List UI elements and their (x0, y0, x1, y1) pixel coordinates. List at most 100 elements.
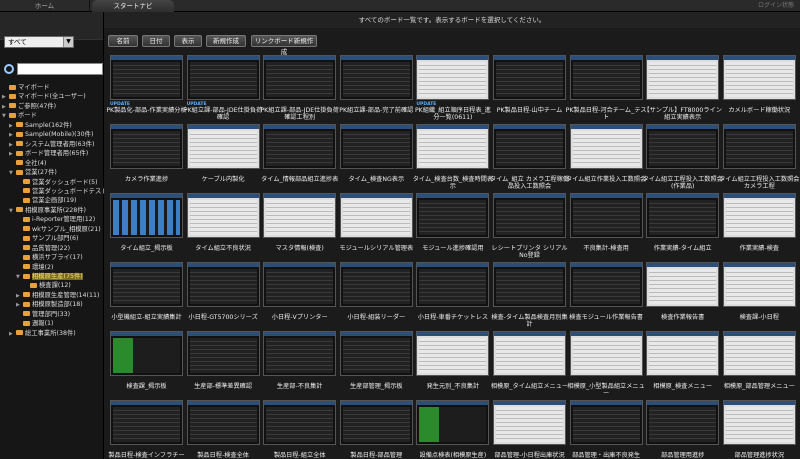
board-card-label[interactable]: 小日程-Vプリンター (259, 314, 340, 321)
board-thumbnail[interactable] (416, 193, 490, 238)
board-card-label[interactable]: PK組立課-部品-完了前確認 (336, 107, 417, 114)
tree-item[interactable]: 週報(1) (16, 319, 54, 328)
board-card-label[interactable]: PK製品日程-河合チーム_テスト (566, 107, 647, 121)
sort-name-button[interactable]: 名前 (108, 35, 138, 47)
board-thumbnail[interactable] (493, 331, 566, 376)
board-thumbnail[interactable] (722, 262, 796, 307)
tree-item[interactable]: 営業ダッシュボードテスト用( (16, 187, 116, 196)
tree-item[interactable]: 環境(2) (16, 263, 54, 272)
board-thumbnail[interactable] (186, 55, 260, 100)
collapse-icon[interactable]: ▼ (2, 112, 9, 121)
board-card-label[interactable]: 製品日程-部品管理 (336, 452, 417, 459)
tree-item[interactable]: ▶ 総工事業所(38件) (9, 329, 76, 338)
board-thumbnail[interactable] (186, 400, 260, 445)
board-card-label[interactable]: タイム_組立 カメラ工程稼働品投入工数照会 (489, 176, 570, 190)
chevron-down-icon[interactable]: ▼ (63, 37, 73, 47)
board-thumbnail[interactable] (263, 400, 337, 445)
board-thumbnail[interactable] (263, 262, 337, 307)
filter-select[interactable]: すべて ▼ (4, 36, 74, 48)
board-thumbnail[interactable] (493, 193, 566, 238)
tree-item[interactable]: ▼ 営業(27件) (9, 168, 57, 177)
board-card-label[interactable]: 部品管理・出庫不良発生 (566, 452, 647, 459)
board-card-label[interactable]: モジュール進捗確認用 (412, 245, 493, 252)
board-thumbnail[interactable] (416, 331, 490, 376)
board-card-label[interactable]: カメルボード稼働状況 (719, 107, 800, 114)
board-card-label[interactable]: 小型機組立-組立実績集計 (106, 314, 187, 321)
view-button[interactable]: 表示 (174, 35, 202, 47)
board-card-label[interactable]: 発生元別_不良集計 (412, 383, 493, 390)
board-card-label[interactable]: タイム_検査NG表示 (336, 176, 417, 183)
board-card-label[interactable]: 相模原_検査メニュー (642, 383, 723, 390)
board-thumbnail[interactable] (110, 124, 183, 169)
tab-home[interactable]: ホーム (0, 0, 90, 12)
board-thumbnail[interactable] (646, 400, 720, 445)
tree-item[interactable]: 検査課(12) (23, 281, 71, 290)
board-thumbnail[interactable] (569, 124, 643, 169)
tree-item[interactable]: ▶ ご参照(47件) (2, 102, 56, 111)
board-card-label[interactable]: 検査課-小日程 (719, 314, 800, 321)
board-card-label[interactable]: 作業実績-タイム組立 (642, 245, 723, 252)
board-thumbnail[interactable] (339, 331, 413, 376)
board-card-label[interactable]: 不良集計-検査用 (566, 245, 647, 252)
tree-item[interactable]: ▼ ボード (2, 111, 37, 120)
board-card-label[interactable]: タイム組立不良状況 (183, 245, 264, 252)
board-thumbnail[interactable] (186, 262, 260, 307)
board-thumbnail[interactable] (569, 331, 643, 376)
tree-item[interactable]: ▶ 相模原生産管理(14(11) (16, 291, 99, 300)
expand-icon[interactable]: ▶ (9, 330, 16, 339)
search-input[interactable] (17, 63, 103, 75)
board-card-label[interactable]: レシートプリンタ シリアルNo登録 (489, 245, 570, 259)
board-thumbnail[interactable] (339, 55, 413, 100)
tree-item[interactable]: wkサンプル_相模原(21) (16, 225, 101, 234)
tree-item[interactable]: 品質管理(22) (16, 244, 70, 253)
board-card-label[interactable]: 生産部-標準差異確認 (183, 383, 264, 390)
board-thumbnail[interactable] (646, 124, 720, 169)
board-thumbnail[interactable] (646, 193, 720, 238)
tree-item[interactable]: 営業ダッシュボード(5) (16, 178, 98, 187)
board-card-label[interactable]: 相模原_小型製品組立メニュー (566, 383, 647, 397)
board-card-label[interactable]: タイム組立工程投入工数照会カメラ工程 (719, 176, 800, 190)
board-thumbnail[interactable] (493, 124, 566, 169)
board-thumbnail[interactable] (186, 193, 260, 238)
board-thumbnail[interactable] (339, 400, 413, 445)
tree-item[interactable]: ▶ マイボード(全ユーザー) (2, 92, 86, 101)
board-thumbnail[interactable] (416, 400, 490, 445)
board-card-label[interactable]: 設備点検表(相模原生産) (412, 452, 493, 459)
board-thumbnail[interactable] (110, 55, 183, 100)
board-card-label[interactable]: タイム組立作業投入工数照会 (566, 176, 647, 183)
board-card-label[interactable]: 相模原_タイム組立メニュー (489, 383, 570, 390)
tree-item[interactable]: ▶ Sample(Mobile)(30件) (9, 130, 93, 139)
board-card-label[interactable]: 生産部管理_揭示板 (336, 383, 417, 390)
board-card-label[interactable]: タイム_検査台数_検査時間表示 (412, 176, 493, 190)
board-thumbnail[interactable] (416, 124, 490, 169)
new-link-board-button[interactable]: リンクボード新規作成 (251, 35, 317, 56)
board-card-label[interactable]: 作業実績-検査 (719, 245, 800, 252)
board-thumbnail[interactable] (186, 124, 260, 169)
sort-date-button[interactable]: 日付 (142, 35, 170, 47)
collapse-icon[interactable]: ▼ (9, 207, 16, 216)
board-thumbnail[interactable] (493, 262, 566, 307)
board-thumbnail[interactable] (722, 400, 796, 445)
tree-item[interactable]: ▶ 相模原製造部(18) (16, 300, 83, 309)
board-thumbnail[interactable] (110, 400, 183, 445)
board-thumbnail[interactable] (569, 262, 643, 307)
board-thumbnail[interactable] (263, 124, 337, 169)
board-thumbnail[interactable] (263, 193, 337, 238)
board-card-label[interactable]: タイム_情報部品組立進捗表 (259, 176, 340, 183)
board-card-label[interactable]: 小日程-組装リーダー (336, 314, 417, 321)
board-thumbnail[interactable] (263, 55, 337, 100)
tree-item[interactable]: ▶ Sample(162件) (9, 121, 72, 130)
board-thumbnail[interactable] (339, 193, 413, 238)
tree-item[interactable]: サンプル部門(6) (16, 234, 79, 243)
board-card-label[interactable]: 部品管理-小日程出庫状況 (489, 452, 570, 459)
board-thumbnail[interactable] (110, 262, 183, 307)
board-thumbnail[interactable] (416, 262, 490, 307)
board-card-label[interactable]: 検査作業報告書 (642, 314, 723, 321)
board-thumbnail[interactable] (569, 400, 643, 445)
board-card-label[interactable]: 生産部-不良集計 (259, 383, 340, 390)
board-card-label[interactable]: ケーブル内製化 (183, 176, 264, 183)
board-thumbnail[interactable] (110, 193, 183, 238)
board-card-label[interactable]: PK製品化-部品-作業実績分析 (106, 107, 187, 114)
board-thumbnail[interactable] (263, 331, 337, 376)
board-thumbnail[interactable] (722, 124, 796, 169)
